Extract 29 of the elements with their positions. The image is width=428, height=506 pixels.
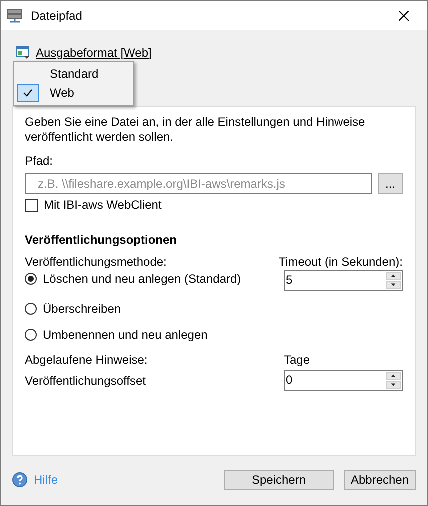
browse-button[interactable]: ... bbox=[378, 173, 403, 194]
menu-item[interactable]: Standard bbox=[50, 66, 99, 81]
days-label: Tage bbox=[284, 353, 312, 367]
expired-label: Abgelaufene Hinweise: bbox=[25, 353, 148, 367]
help-icon[interactable] bbox=[12, 472, 28, 488]
dialog-button[interactable]: Speichern bbox=[224, 470, 334, 490]
section-heading: Veröffentlichungsoptionen bbox=[25, 233, 178, 247]
number-field[interactable]: 5 bbox=[284, 270, 403, 291]
offset-label: Veröffentlichungsoffset bbox=[25, 374, 146, 388]
radio-button[interactable] bbox=[25, 303, 37, 315]
radio-label: Löschen und neu anlegen (Standard) bbox=[43, 272, 242, 286]
menu-item[interactable]: Web bbox=[50, 86, 74, 100]
dialog-button[interactable]: Abbrechen bbox=[344, 470, 416, 490]
timeout-label: Timeout (in Sekunden): bbox=[278, 255, 403, 269]
server-icon bbox=[7, 8, 23, 24]
close-icon bbox=[399, 10, 409, 20]
description-text: Geben Sie eine Datei an, in der alle Einstellungen und Hinweise veröffentlicht werden sollen. bbox=[25, 115, 366, 145]
format-link[interactable]: Ausgabeformat [Web] bbox=[36, 46, 152, 60]
radio-button[interactable] bbox=[25, 273, 37, 285]
checkbox-label: Mit IBI-aws WebClient bbox=[44, 198, 162, 212]
path-label: Pfad: bbox=[25, 154, 54, 169]
checkbox[interactable] bbox=[25, 198, 38, 212]
radio-button[interactable] bbox=[25, 329, 37, 341]
window-icon bbox=[15, 45, 31, 60]
radio-label: Überschreiben bbox=[43, 302, 122, 316]
window-title: Dateipfad bbox=[31, 8, 84, 22]
number-field[interactable]: 0 bbox=[284, 370, 403, 391]
method-label: Veröffentlichungsmethode: bbox=[25, 255, 167, 269]
radio-label: Umbenennen und neu anlegen bbox=[43, 328, 208, 342]
